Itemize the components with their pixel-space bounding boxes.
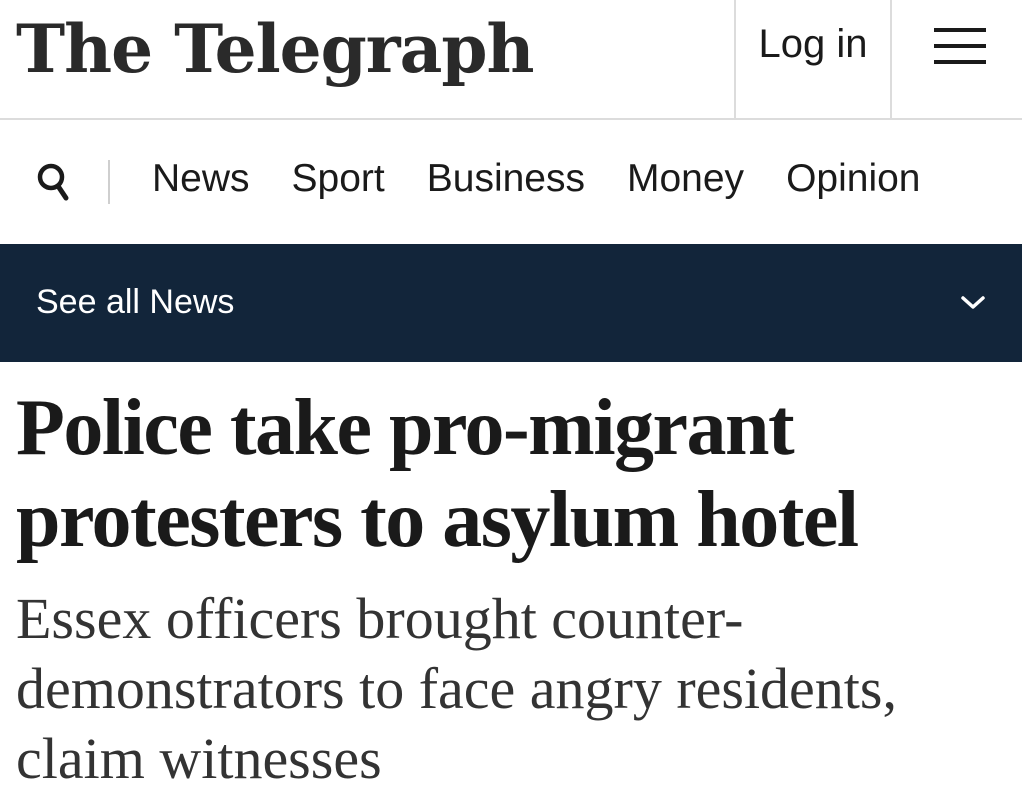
nav-divider — [108, 160, 110, 204]
article-standfirst: Essex officers brought counter-demonstra… — [16, 586, 897, 791]
section-nav: News Sport Business Money Opinion — [0, 120, 1022, 244]
hamburger-menu-icon — [934, 28, 986, 64]
nav-item-business[interactable]: Business — [427, 154, 585, 204]
nav-fade-overlay — [912, 120, 1022, 244]
article-headline: Police take pro-migrant protesters to as… — [16, 384, 859, 564]
login-button[interactable]: Log in — [734, 0, 892, 118]
see-all-news-bar[interactable]: See all News — [0, 244, 1022, 362]
chevron-down-icon — [958, 292, 988, 314]
nav-list: News Sport Business Money Opinion — [152, 154, 921, 204]
nav-item-news[interactable]: News — [152, 154, 250, 204]
menu-button[interactable] — [892, 0, 1022, 118]
nav-item-money[interactable]: Money — [627, 154, 744, 204]
nav-item-opinion[interactable]: Opinion — [786, 154, 920, 204]
telegraph-logo[interactable]: The Telegraph — [16, 4, 534, 94]
masthead: The Telegraph Log in — [0, 0, 1022, 120]
search-icon[interactable] — [34, 160, 74, 204]
see-all-label: See all News — [36, 283, 235, 321]
nav-item-sport[interactable]: Sport — [292, 154, 385, 204]
